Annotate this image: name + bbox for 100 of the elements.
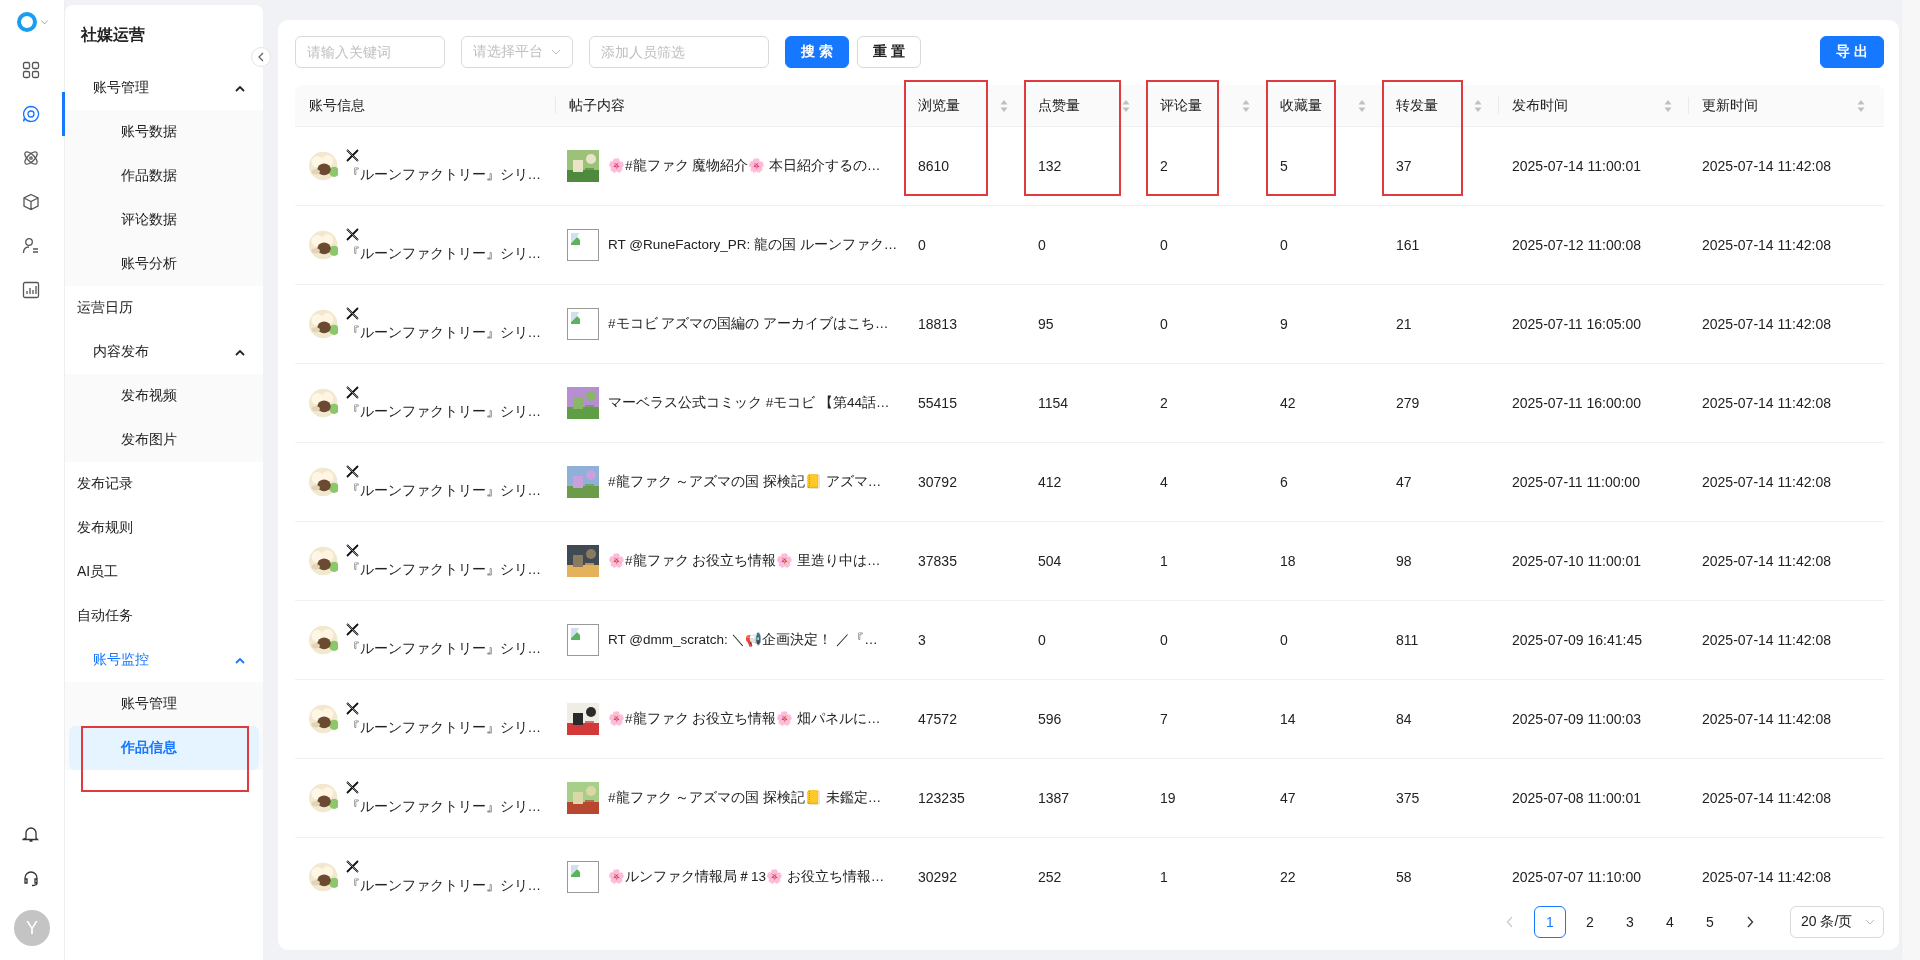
- column-header[interactable]: 发布时间: [1512, 96, 1568, 115]
- page-button[interactable]: 3: [1614, 906, 1646, 938]
- table-cell-text: 19: [1159, 789, 1177, 808]
- table-cell-text: 412: [1037, 473, 1063, 492]
- table-cell-text: 4: [1159, 473, 1169, 492]
- menu-item[interactable]: 账号数据: [69, 110, 259, 154]
- table-cell-text: 42: [1279, 394, 1297, 413]
- collapse-button[interactable]: [251, 47, 271, 67]
- table-cell-text: 0: [1159, 631, 1169, 650]
- menu-item[interactable]: 发布视频: [69, 374, 259, 418]
- table-cell-text: 504: [1037, 552, 1063, 571]
- table-cell-text: 18813: [917, 315, 958, 334]
- export-button[interactable]: 导 出: [1820, 36, 1884, 68]
- menu-group[interactable]: 账号管理: [65, 66, 263, 110]
- chevron-down-icon: [1865, 919, 1875, 925]
- menu-item[interactable]: 发布记录: [65, 462, 263, 506]
- column-header[interactable]: 收藏量: [1280, 96, 1322, 115]
- account-name: 『ルーンファクトリー』シリ…: [345, 560, 541, 579]
- sort-icon[interactable]: [1664, 98, 1672, 113]
- page-button[interactable]: 4: [1654, 906, 1686, 938]
- page-size-select[interactable]: 20 条/页: [1790, 906, 1884, 938]
- reset-button[interactable]: 重 置: [856, 36, 921, 68]
- account-name: 『ルーンファクトリー』シリ…: [345, 323, 541, 342]
- table-cell-text: 0: [1159, 236, 1169, 255]
- page-button[interactable]: 1: [1534, 906, 1566, 938]
- post-text: #龍ファク ～アズマの国 探検記📒 未鑑定…: [608, 789, 882, 807]
- table-cell-text: 2025-07-09 11:00:03: [1511, 710, 1642, 729]
- menu-item[interactable]: 作品信息: [69, 726, 259, 770]
- table-cell-text: 375: [1395, 789, 1421, 808]
- menu-item[interactable]: 账号分析: [69, 242, 259, 286]
- table-cell-text: 37835: [917, 552, 958, 571]
- menu-item[interactable]: 作品数据: [69, 154, 259, 198]
- keyword-field[interactable]: 请输入关键词: [295, 36, 445, 68]
- account-name: 『ルーンファクトリー』シリ…: [345, 165, 541, 184]
- search-button[interactable]: 搜 索: [785, 36, 849, 68]
- x-logo-icon: [345, 543, 359, 557]
- menu-group[interactable]: 账号监控: [65, 638, 263, 682]
- logo-icon[interactable]: [16, 12, 37, 32]
- table-cell-text: 596: [1037, 710, 1063, 729]
- x-logo-icon: [345, 227, 359, 241]
- sort-icon[interactable]: [1122, 98, 1130, 113]
- table-cell-text: 2025-07-11 11:00:00: [1511, 473, 1641, 492]
- menu-item[interactable]: 发布图片: [69, 418, 259, 462]
- post-text: 🌸#龍ファク 魔物紹介🌸 本日紹介するの…: [608, 157, 881, 175]
- column-header[interactable]: 评论量: [1160, 96, 1202, 115]
- sort-icon[interactable]: [1242, 98, 1250, 113]
- table-cell-text: 1154: [1037, 394, 1070, 413]
- caret-icon[interactable]: [40, 19, 48, 25]
- table-cell-text: 0: [1279, 236, 1289, 255]
- menu-group[interactable]: 内容发布: [65, 330, 263, 374]
- table-cell-text: 3: [917, 631, 927, 650]
- chevron-icon: [235, 656, 245, 664]
- table-cell-text: 9: [1279, 315, 1289, 334]
- column-header[interactable]: 点赞量: [1038, 96, 1080, 115]
- page-button[interactable]: 5: [1694, 906, 1726, 938]
- menu-item[interactable]: 自动任务: [65, 594, 263, 638]
- table-cell-text: 811: [1395, 631, 1420, 650]
- x-logo-icon: [345, 622, 359, 636]
- table-cell-text: 252: [1037, 868, 1063, 887]
- account-name: 『ルーンファクトリー』シリ…: [345, 718, 541, 737]
- table-cell-text: 1: [1159, 868, 1169, 887]
- menu-item[interactable]: 发布规则: [65, 506, 263, 550]
- x-logo-icon: [345, 464, 359, 478]
- menu-item[interactable]: 账号管理: [69, 682, 259, 726]
- column-header: 帖子内容: [569, 96, 625, 115]
- column-header[interactable]: 浏览量: [918, 96, 960, 115]
- table-cell-text: 55415: [917, 394, 958, 413]
- table-cell-text: 0: [1037, 236, 1047, 255]
- menu-item[interactable]: 运营日历: [65, 286, 263, 330]
- page-button[interactable]: 2: [1574, 906, 1606, 938]
- table-cell-text: 0: [1159, 315, 1169, 334]
- sort-icon[interactable]: [1474, 98, 1482, 113]
- table-cell-text: 95: [1037, 315, 1055, 334]
- table-cell-text: 2025-07-14 11:42:08: [1701, 868, 1832, 887]
- person-filter-field[interactable]: 添加人员筛选: [589, 36, 769, 68]
- menu-item[interactable]: 评论数据: [69, 198, 259, 242]
- x-logo-icon: [345, 306, 359, 320]
- x-logo-icon: [345, 701, 359, 715]
- table-cell-text: 30292: [917, 868, 958, 887]
- column-header[interactable]: 转发量: [1396, 96, 1438, 115]
- sort-icon[interactable]: [1358, 98, 1366, 113]
- sort-icon[interactable]: [1857, 98, 1865, 113]
- table-cell-text: 47: [1395, 473, 1413, 492]
- table-cell-text: 84: [1395, 710, 1413, 729]
- sort-icon[interactable]: [1000, 98, 1008, 113]
- post-text: #龍ファク ～アズマの国 探検記📒 アズマ…: [608, 473, 882, 491]
- table-cell-text: 2025-07-14 11:42:08: [1701, 552, 1832, 571]
- sidebar-title: 社媒运营: [80, 25, 146, 45]
- table-cell-text: 2025-07-11 16:00:00: [1511, 394, 1642, 413]
- table-cell-text: 2025-07-14 11:42:08: [1701, 631, 1832, 650]
- column-header[interactable]: 更新时间: [1702, 96, 1758, 115]
- table-cell-text: 2025-07-12 11:00:08: [1511, 236, 1642, 255]
- post-text: 🌸#龍ファク お役立ち情報🌸 里造り中は…: [608, 552, 881, 570]
- account-name: 『ルーンファクトリー』シリ…: [345, 876, 541, 895]
- table-cell-text: 21: [1395, 315, 1413, 334]
- menu-item[interactable]: AI员工: [65, 550, 263, 594]
- x-logo-icon: [345, 385, 359, 399]
- table-cell-text: 0: [1279, 631, 1289, 650]
- table-cell-text: 2025-07-14 11:42:08: [1701, 789, 1832, 808]
- table-cell-text: 2025-07-14 11:42:08: [1701, 394, 1832, 413]
